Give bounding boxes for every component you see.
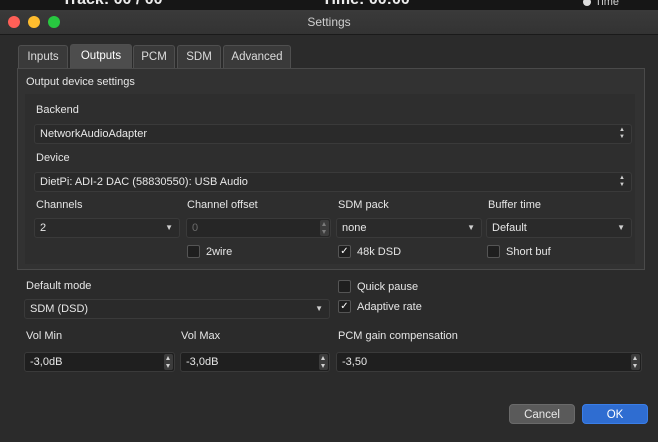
twowire-checkbox-box[interactable]	[187, 244, 200, 258]
background-window-strip: Track: 00 / 00 Time: 00:00 Time	[0, 0, 658, 10]
default-mode-label: Default mode	[26, 280, 92, 292]
track-readout: Track: 00 / 00	[62, 0, 163, 9]
dsd48k-checkmark-icon[interactable]: ✓	[338, 244, 351, 258]
dsd48k-checkbox[interactable]: ✓ 48k DSD	[338, 244, 402, 259]
window-title: Settings	[307, 15, 351, 29]
spin-arrows-icon[interactable]	[319, 354, 328, 370]
title-bar: Settings	[0, 10, 658, 35]
backend-value: NetworkAudioAdapter	[40, 128, 148, 140]
adaptive-rate-label: Adaptive rate	[357, 301, 422, 313]
chevron-down-icon: ▼	[467, 223, 475, 232]
channels-select[interactable]: 2 ▼	[34, 218, 180, 238]
chevron-updown-icon: ▲ ▼	[619, 127, 625, 140]
tab-outputs[interactable]: Outputs	[70, 44, 132, 69]
vol-min-value: -3,0dB	[30, 356, 63, 368]
vol-min-label: Vol Min	[26, 330, 63, 342]
channels-value: 2	[40, 222, 47, 234]
adaptive-rate-checkmark-icon[interactable]: ✓	[338, 299, 351, 313]
time-radio-label: Time	[583, 0, 619, 8]
default-mode-value: SDM (DSD)	[30, 303, 89, 315]
sdm-pack-value: none	[342, 222, 367, 234]
chevron-updown-icon: ▲ ▼	[619, 175, 625, 188]
spin-arrows-icon[interactable]	[164, 354, 173, 370]
short-buf-label: Short buf	[506, 246, 551, 258]
device-value: DietPi: ADI-2 DAC (58830550): USB Audio	[40, 176, 248, 188]
adaptive-rate-checkbox[interactable]: ✓ Adaptive rate	[338, 299, 422, 314]
vol-min-spinbox[interactable]: -3,0dB	[24, 352, 175, 372]
default-mode-select[interactable]: SDM (DSD) ▼	[24, 299, 330, 319]
ok-button[interactable]: OK	[582, 404, 648, 424]
dsd48k-label: 48k DSD	[357, 246, 402, 258]
vol-max-spinbox[interactable]: -3,0dB	[180, 352, 330, 372]
sdm-pack-label: SDM pack	[338, 199, 389, 211]
buffer-time-label: Buffer time	[488, 199, 541, 211]
chevron-down-icon: ▼	[315, 304, 323, 313]
spin-arrows-icon[interactable]	[320, 220, 329, 236]
twowire-checkbox[interactable]: 2wire	[187, 244, 233, 259]
cancel-button[interactable]: Cancel	[509, 404, 575, 424]
backend-select[interactable]: NetworkAudioAdapter ▲ ▼	[34, 124, 632, 144]
device-label: Device	[36, 152, 70, 164]
tab-inputs[interactable]: Inputs	[18, 45, 68, 68]
buffer-time-select[interactable]: Default ▼	[486, 218, 632, 238]
sdm-pack-select[interactable]: none ▼	[336, 218, 482, 238]
tab-sdm[interactable]: SDM	[177, 45, 221, 68]
output-device-settings-title: Output device settings	[26, 76, 135, 88]
twowire-label: 2wire	[206, 246, 233, 258]
short-buf-checkbox-box[interactable]	[487, 244, 500, 258]
quick-pause-checkbox-box[interactable]	[338, 279, 351, 293]
device-select[interactable]: DietPi: ADI-2 DAC (58830550): USB Audio …	[34, 172, 632, 192]
time-readout: Time: 00:00	[322, 0, 410, 9]
channels-label: Channels	[36, 199, 83, 211]
quick-pause-checkbox[interactable]: Quick pause	[338, 279, 419, 294]
chevron-down-icon: ▼	[165, 223, 173, 232]
quick-pause-label: Quick pause	[357, 281, 419, 293]
pcm-gain-label: PCM gain compensation	[338, 330, 458, 342]
backend-label: Backend	[36, 104, 79, 116]
channel-offset-spinbox[interactable]: 0	[186, 218, 331, 238]
pcm-gain-spinbox[interactable]: -3,50	[336, 352, 642, 372]
vol-max-label: Vol Max	[181, 330, 221, 342]
tab-pcm[interactable]: PCM	[133, 45, 175, 68]
vol-max-value: -3,0dB	[186, 356, 219, 368]
tab-advanced[interactable]: Advanced	[223, 45, 291, 68]
channel-offset-value: 0	[192, 222, 199, 234]
short-buf-checkbox[interactable]: Short buf	[487, 244, 551, 259]
buffer-time-value: Default	[492, 222, 527, 234]
channel-offset-label: Channel offset	[187, 199, 258, 211]
pcm-gain-value: -3,50	[342, 356, 368, 368]
chevron-down-icon: ▼	[617, 223, 625, 232]
spin-arrows-icon[interactable]	[631, 354, 640, 370]
